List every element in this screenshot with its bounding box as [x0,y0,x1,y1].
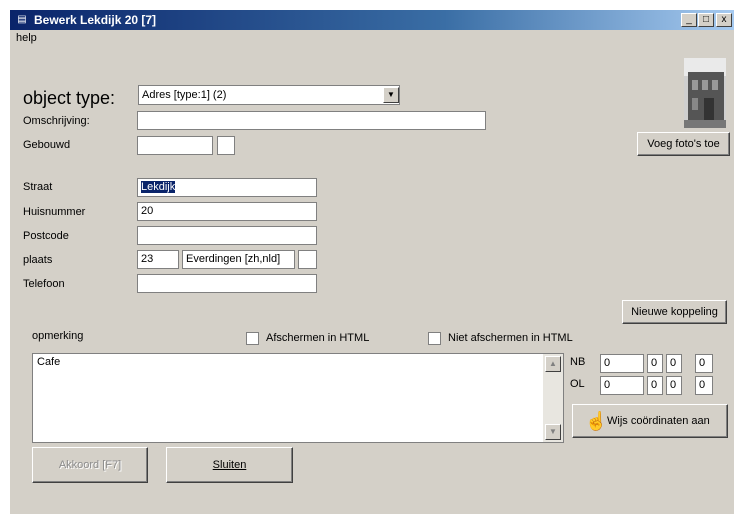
plaats-name-field[interactable]: Everdingen [zh,nld] [182,250,295,269]
title-bar[interactable]: ▤ Bewerk Lekdijk 20 [7] _ □ x [10,10,734,30]
menu-help[interactable]: help [16,32,37,44]
point-coordinates-button[interactable]: ☝ Wijs coördinaten aan [572,404,728,438]
plaats-code-field[interactable]: 23 [137,250,179,269]
huisnummer-field[interactable]: 20 [137,202,317,221]
minimize-button[interactable]: _ [681,13,697,27]
niet-afschermen-label: Niet afschermen in HTML [448,332,573,344]
akkoord-button[interactable]: Akkoord [F7] [32,447,148,483]
nb-field-4[interactable]: 0 [695,354,713,373]
ol-field-3[interactable]: 0 [666,376,682,395]
object-type-value: Adres [type:1] (2) [142,89,227,101]
gebouwd-extra-field[interactable] [217,136,235,155]
remarks-scrollbar[interactable]: ▲ ▼ [543,354,563,442]
chevron-down-icon[interactable]: ▼ [383,87,399,103]
ol-field-4[interactable]: 0 [695,376,713,395]
afschermen-label: Afschermen in HTML [266,332,370,344]
building-photo [684,58,726,128]
gebouwd-field[interactable] [137,136,213,155]
nb-field-3[interactable]: 0 [666,354,682,373]
niet-afschermen-checkbox[interactable] [428,332,441,345]
sluiten-button[interactable]: Sluiten [166,447,293,483]
scroll-down-icon[interactable]: ▼ [545,424,561,440]
afschermen-checkbox[interactable] [246,332,259,345]
plaats-extra-field[interactable] [298,250,317,269]
postcode-label: Postcode [23,230,69,242]
add-photo-button[interactable]: Voeg foto's toe [637,132,730,156]
dialog-window: ▤ Bewerk Lekdijk 20 [7] _ □ x help objec… [10,10,734,514]
scroll-up-icon[interactable]: ▲ [545,356,561,372]
plaats-label: plaats [23,254,53,266]
ol-field-2[interactable]: 0 [647,376,663,395]
close-button[interactable]: x [716,13,732,27]
straat-value: Lekdijk [141,181,176,193]
straat-field[interactable]: Lekdijk [137,178,317,197]
nb-field-1[interactable]: 0 [600,354,644,373]
postcode-field[interactable] [137,226,317,245]
nb-field-2[interactable]: 0 [647,354,663,373]
object-type-label: object type: [23,88,116,108]
opmerking-label: opmerking [32,330,84,342]
pointing-hand-icon: ☝ [585,411,608,431]
new-link-button[interactable]: Nieuwe koppeling [622,300,727,324]
point-coordinates-label: Wijs coördinaten aan [607,415,710,427]
straat-label: Straat [23,181,53,193]
telefoon-label: Telefoon [23,278,65,290]
omschrijving-label: Omschrijving: [23,115,90,127]
gebouwd-label: Gebouwd [23,139,71,151]
menu-bar: help [10,30,734,48]
remarks-text: Cafe [37,356,61,368]
maximize-button[interactable]: □ [698,13,714,27]
ol-label: OL [570,378,585,390]
telefoon-field[interactable] [137,274,317,293]
nb-label: NB [570,356,586,368]
object-type-select[interactable]: Adres [type:1] (2) [138,85,400,105]
remarks-textarea[interactable]: Cafe [32,353,564,443]
window-title: Bewerk Lekdijk 20 [7] [34,13,157,27]
app-icon: ▤ [17,14,27,25]
omschrijving-field[interactable] [137,111,486,130]
ol-field-1[interactable]: 0 [600,376,644,395]
huisnummer-label: Huisnummer [23,206,86,218]
